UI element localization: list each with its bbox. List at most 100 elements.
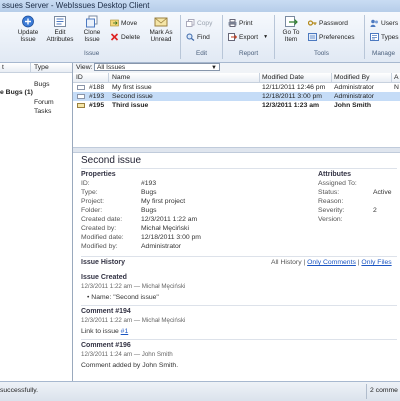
copy-icon: [186, 19, 195, 27]
group-label-tools: Tools: [314, 50, 329, 57]
filter-only-files[interactable]: Only Files: [361, 259, 391, 266]
status-bar: successfully. 2 comme: [0, 381, 400, 401]
window-title: ssues Server - WebIssues Desktop Client: [2, 1, 150, 10]
password-label: Password: [319, 19, 348, 27]
property-label: ID:: [81, 180, 90, 187]
update-issue-label: Update Issue: [17, 29, 39, 43]
property-value: 12/18/2011 3:00 pm: [141, 234, 201, 241]
tree-item[interactable]: Tasks: [0, 108, 72, 117]
properties-heading: Properties: [81, 171, 116, 178]
go-to-item-button[interactable]: Go To Item: [279, 15, 303, 43]
issue-modified-by: Administrator: [334, 84, 375, 91]
envelope-icon: [77, 94, 85, 99]
delete-button[interactable]: Delete: [110, 32, 140, 42]
export-label: Export: [239, 33, 259, 41]
toolbar-separator: [180, 15, 181, 59]
preferences-icon: [308, 33, 317, 41]
property-label: Modified by:: [81, 243, 118, 250]
issue-id: #193: [89, 93, 105, 100]
types-icon: [370, 33, 379, 41]
tree-item[interactable]: Forum: [0, 99, 72, 108]
tree-item-type: Bugs: [34, 81, 50, 88]
preferences-button[interactable]: Preferences: [308, 32, 355, 42]
group-label-manage: Manage: [372, 50, 396, 57]
col-name[interactable]: Name: [112, 74, 130, 81]
print-button[interactable]: Print: [228, 18, 253, 28]
filter-separator: |: [357, 259, 360, 266]
status-divider: [366, 384, 367, 399]
property-value: 12/3/2011 1:22 am: [141, 216, 198, 223]
export-button[interactable]: Export ▼: [228, 32, 268, 42]
group-label-report: Report: [239, 50, 259, 57]
issue-row[interactable]: #195 Third issue 12/3/2011 1:23 am John …: [73, 101, 400, 110]
issue-link[interactable]: #1: [121, 328, 129, 335]
edit-attributes-button[interactable]: Edit Attributes: [44, 15, 76, 43]
clone-issue-button[interactable]: Clone Issue: [79, 15, 105, 43]
title-bar: ssues Server - WebIssues Desktop Client: [0, 0, 400, 12]
tree-col-name[interactable]: t: [2, 64, 4, 71]
envelope-icon: [154, 17, 168, 27]
issue-id: #188: [89, 84, 105, 91]
find-button[interactable]: Find: [186, 32, 210, 42]
users-button[interactable]: Users: [370, 18, 398, 28]
issue-modified-by: Administrator: [334, 93, 375, 100]
copy-button[interactable]: Copy: [186, 18, 212, 28]
col-modified-date[interactable]: Modified Date: [262, 74, 304, 81]
move-label: Move: [121, 19, 138, 27]
col-id[interactable]: ID: [76, 74, 83, 81]
issue-title: Second issue: [81, 155, 142, 166]
mark-as-unread-button[interactable]: Mark As Unread: [146, 15, 176, 43]
password-button[interactable]: Password: [308, 18, 348, 28]
property-value: #193: [141, 180, 157, 187]
clone-issue-label: Clone Issue: [83, 29, 101, 43]
types-button[interactable]: Types: [370, 32, 399, 42]
issue-row[interactable]: #193 Second issue 12/18/2011 3:00 pm Adm…: [73, 92, 400, 101]
history-entry-text: Link to issue: [81, 328, 119, 335]
update-issue-button[interactable]: Update Issue: [14, 15, 42, 43]
envelope-icon: [77, 103, 85, 108]
issue-row[interactable]: #188 My first issue 12/11/2011 12:46 pm …: [73, 83, 400, 92]
status-summary: 2 comme: [370, 387, 398, 394]
divider: [81, 256, 397, 257]
view-label: View:: [76, 64, 93, 71]
go-to-item-icon: [285, 16, 298, 27]
attribute-label: Reason:: [318, 198, 344, 205]
tree-item-name: e Bugs (1): [0, 89, 33, 96]
copy-label: Copy: [197, 19, 213, 27]
property-value: My first project: [141, 198, 186, 205]
toolbar-separator: [222, 15, 223, 59]
edit-attributes-icon: [54, 16, 66, 27]
tree-item[interactable]: e Bugs (1): [0, 89, 72, 98]
users-label: Users: [381, 19, 399, 27]
attributes-heading: Attributes: [318, 171, 352, 178]
divider: [81, 168, 397, 169]
delete-icon: [110, 33, 119, 41]
history-entry-meta: 12/3/2011 1:24 am — John Smith: [81, 351, 173, 358]
tree-item-type: Forum: [34, 99, 54, 106]
filter-all-history[interactable]: All History: [271, 259, 302, 266]
property-value: Administrator: [141, 243, 182, 250]
move-button[interactable]: Move: [110, 18, 137, 28]
issue-modified-date: 12/3/2011 1:23 am: [262, 102, 320, 109]
printer-icon: [228, 19, 237, 27]
view-select[interactable]: All Issues ▼: [94, 63, 220, 71]
filter-separator: |: [303, 259, 306, 266]
edit-attributes-label: Edit Attributes: [46, 29, 74, 43]
preferences-label: Preferences: [319, 33, 355, 41]
property-label: Created date:: [81, 216, 123, 223]
print-label: Print: [239, 19, 253, 27]
issue-modified-by: John Smith: [334, 102, 372, 109]
issue-name: My first issue: [112, 84, 152, 91]
delete-label: Delete: [121, 33, 141, 41]
attribute-label: Status:: [318, 189, 340, 196]
property-label: Folder:: [81, 207, 103, 214]
property-label: Type:: [81, 189, 98, 196]
tree-col-type[interactable]: Type: [34, 64, 49, 71]
history-entry-text: Name: "Second issue": [91, 294, 159, 301]
find-icon: [186, 33, 195, 41]
col-modified-by[interactable]: Modified By: [334, 74, 370, 81]
col-extra[interactable]: A: [394, 74, 399, 81]
attribute-label: Severity:: [318, 207, 345, 214]
filter-only-comments[interactable]: Only Comments: [307, 259, 356, 266]
property-value: Bugs: [141, 189, 157, 196]
